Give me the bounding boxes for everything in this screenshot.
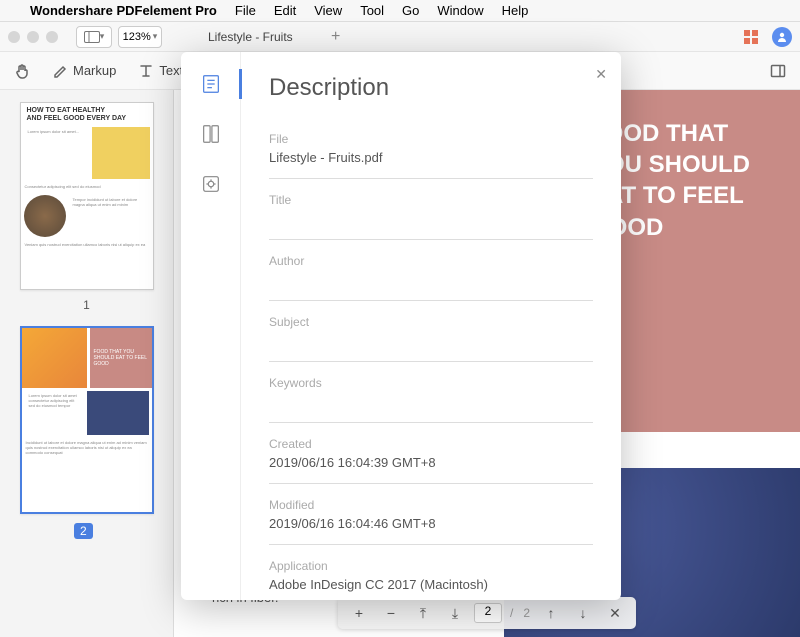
close-dialog-button[interactable]: ✕ — [595, 66, 607, 83]
dialog-title: Description — [269, 74, 593, 102]
close-window[interactable] — [8, 31, 20, 43]
field-subject[interactable]: Subject — [269, 307, 593, 362]
first-page-button[interactable]: ⤒ — [410, 600, 436, 626]
text-button[interactable]: Text — [138, 63, 183, 79]
hand-tool[interactable] — [14, 63, 30, 79]
initial-view-tab[interactable] — [199, 172, 223, 196]
next-page-button[interactable]: ↓ — [570, 600, 596, 626]
panel-toggle[interactable] — [770, 63, 786, 79]
zoom-in-button[interactable]: + — [346, 600, 372, 626]
menu-help[interactable]: Help — [502, 3, 529, 18]
markup-button[interactable]: Markup — [52, 63, 116, 79]
minimize-window[interactable] — [27, 31, 39, 43]
menu-window[interactable]: Window — [437, 3, 483, 18]
field-file: FileLifestyle - Fruits.pdf — [269, 124, 593, 179]
page-separator: / — [510, 606, 513, 620]
field-created: Created2019/06/16 16:04:39 GMT+8 — [269, 429, 593, 484]
page-thumb-2[interactable]: FOOD THAT YOU SHOULD EAT TO FEEL GOOD Lo… — [20, 326, 154, 514]
field-application: ApplicationAdobe InDesign CC 2017 (Macin… — [269, 551, 593, 600]
new-tab-button[interactable]: + — [321, 28, 351, 46]
dialog-tabs — [181, 52, 241, 600]
window-controls — [8, 31, 58, 43]
page-total: 2 — [523, 606, 530, 620]
field-modified: Modified2019/06/16 16:04:46 GMT+8 — [269, 490, 593, 545]
description-tab[interactable] — [199, 72, 223, 96]
app-name[interactable]: Wondershare PDFelement Pro — [30, 3, 217, 18]
page-navigator: + − ⤒ ⤓ 2 / 2 ↑ ↓ ✕ — [338, 597, 636, 629]
grid-view-icon[interactable] — [744, 30, 758, 44]
user-avatar[interactable] — [772, 27, 792, 47]
field-author[interactable]: Author — [269, 246, 593, 301]
menubar: Wondershare PDFelement Pro File Edit Vie… — [0, 0, 800, 22]
field-title[interactable]: Title — [269, 185, 593, 240]
page-thumb-1[interactable]: HOW TO EAT HEALTHY AND FEEL GOOD EVERY D… — [20, 102, 154, 290]
zoom-level[interactable]: 123%▾ — [118, 26, 162, 48]
maximize-window[interactable] — [46, 31, 58, 43]
sidebar-toggle[interactable]: ▾ — [76, 26, 112, 48]
menu-go[interactable]: Go — [402, 3, 419, 18]
zoom-value: 123% — [123, 31, 151, 43]
thumbnail-panel: HOW TO EAT HEALTHY AND FEEL GOOD EVERY D… — [0, 90, 174, 637]
field-keywords[interactable]: Keywords — [269, 368, 593, 423]
menu-tool[interactable]: Tool — [360, 3, 384, 18]
page-number-2: 2 — [74, 523, 93, 539]
page-number-1: 1 — [12, 298, 161, 312]
close-pager-button[interactable]: ✕ — [602, 600, 628, 626]
menu-edit[interactable]: Edit — [274, 3, 296, 18]
last-page-button[interactable]: ⤓ — [442, 600, 468, 626]
prev-page-button[interactable]: ↑ — [538, 600, 564, 626]
document-tab[interactable]: Lifestyle - Fruits — [180, 22, 321, 52]
titlebar: ▾ 123%▾ Lifestyle - Fruits + — [0, 22, 800, 52]
zoom-out-button[interactable]: − — [378, 600, 404, 626]
menu-view[interactable]: View — [314, 3, 342, 18]
properties-dialog: ✕ Description FileLifestyle - Fruits.pdf… — [181, 52, 621, 600]
page-input[interactable]: 2 — [474, 603, 502, 623]
menu-file[interactable]: File — [235, 3, 256, 18]
security-tab[interactable] — [199, 122, 223, 146]
